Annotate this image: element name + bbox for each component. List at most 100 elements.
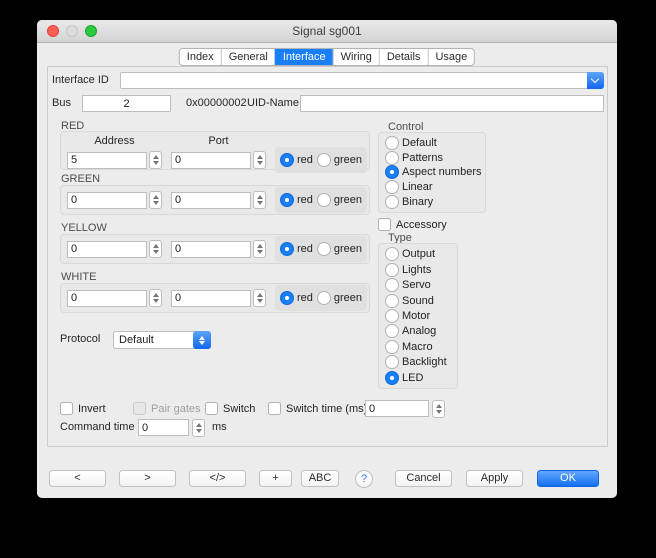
radio-off-icon [385, 151, 399, 165]
radio-off-icon [385, 340, 399, 354]
step-up-icon [257, 195, 263, 199]
next-button[interactable]: > [119, 470, 176, 487]
apply-button[interactable]: Apply [466, 470, 523, 487]
tab-index[interactable]: Index [180, 49, 221, 65]
red-address-stepper[interactable] [149, 151, 162, 169]
control-option-default[interactable]: Default [385, 136, 479, 150]
tab-usage[interactable]: Usage [427, 49, 474, 65]
switch-checkbox-item[interactable]: Switch [205, 400, 255, 417]
uid-name-label: UID-Name [247, 95, 299, 112]
switch-time-input[interactable] [365, 400, 429, 417]
type-option-lights[interactable]: Lights [385, 263, 451, 277]
type-option-macro[interactable]: Macro [385, 340, 451, 354]
chevron-down-icon [591, 75, 599, 83]
yellow-gate-green-option[interactable]: green [317, 242, 362, 256]
switch-time-checkbox-item[interactable]: Switch time (ms) [268, 400, 367, 417]
white-gate-red-option[interactable]: red [280, 291, 313, 305]
white-address-input[interactable] [67, 290, 147, 307]
control-option-binary[interactable]: Binary [385, 195, 479, 209]
control-option-linear[interactable]: Linear [385, 180, 479, 194]
interface-id-input[interactable] [120, 72, 604, 89]
type-option-output[interactable]: Output [385, 247, 451, 261]
switch-time-label: Switch time (ms) [286, 403, 367, 415]
yellow-port-input[interactable] [171, 241, 251, 258]
tab-bar: Index General Interface Wiring Details U… [179, 48, 475, 66]
type-option-backlight[interactable]: Backlight [385, 355, 451, 369]
control-option-aspect-numbers[interactable]: Aspect numbers [385, 165, 479, 179]
type-option-motor[interactable]: Motor [385, 309, 451, 323]
step-down-icon [436, 410, 442, 414]
green-gate-radio-group: red green [275, 187, 367, 213]
radio-off-icon [385, 195, 399, 209]
step-down-icon [153, 250, 159, 254]
checkbox-icon [268, 402, 281, 415]
yellow-gate-red-option[interactable]: red [280, 242, 313, 256]
command-time-stepper[interactable] [192, 419, 205, 437]
red-gate-green-option[interactable]: green [317, 153, 362, 167]
step-up-icon [153, 293, 159, 297]
step-up-icon [153, 195, 159, 199]
white-address-stepper[interactable] [149, 289, 162, 307]
add-button[interactable]: + [259, 470, 292, 487]
invert-checkbox-item[interactable]: Invert [60, 400, 106, 417]
section-caption-yellow: YELLOW [61, 222, 107, 234]
green-address-input[interactable] [67, 192, 147, 209]
bus-input[interactable] [82, 95, 171, 112]
help-button[interactable]: ? [355, 470, 373, 488]
red-address-input[interactable] [67, 152, 147, 169]
step-up-icon [257, 293, 263, 297]
minimize-button [66, 25, 78, 37]
aspect-box-green: red green [60, 185, 370, 215]
close-button[interactable] [47, 25, 59, 37]
green-port-stepper[interactable] [253, 191, 266, 209]
code-button[interactable]: </> [189, 470, 246, 487]
accessory-checkbox-item[interactable]: Accessory [378, 216, 447, 233]
green-address-stepper[interactable] [149, 191, 162, 209]
radio-on-icon [280, 291, 294, 305]
tab-wiring[interactable]: Wiring [333, 49, 379, 65]
yellow-address-input[interactable] [67, 241, 147, 258]
radio-on-icon [385, 165, 399, 179]
interface-id-label: Interface ID [52, 72, 109, 89]
zoom-button[interactable] [85, 25, 97, 37]
type-option-servo[interactable]: Servo [385, 278, 451, 292]
command-time-label: Command time [60, 419, 135, 436]
yellow-port-stepper[interactable] [253, 240, 266, 258]
command-time-input[interactable] [138, 419, 189, 436]
radio-off-icon [385, 309, 399, 323]
tab-interface[interactable]: Interface [275, 49, 333, 65]
white-port-input[interactable] [171, 290, 251, 307]
title-bar: Signal sg001 [37, 20, 617, 43]
green-gate-red-option[interactable]: red [280, 193, 313, 207]
red-port-input[interactable] [171, 152, 251, 169]
cancel-button[interactable]: Cancel [395, 470, 452, 487]
tab-general[interactable]: General [221, 49, 275, 65]
radio-on-icon [280, 153, 294, 167]
type-option-led[interactable]: LED [385, 371, 451, 385]
green-gate-green-option[interactable]: green [317, 193, 362, 207]
tab-details[interactable]: Details [379, 49, 428, 65]
protocol-value: Default [119, 332, 154, 348]
uid-name-input[interactable] [300, 95, 604, 112]
yellow-address-stepper[interactable] [149, 240, 162, 258]
yellow-gate-radio-group: red green [275, 236, 367, 262]
radio-off-icon [385, 180, 399, 194]
switch-time-stepper[interactable] [432, 400, 445, 418]
control-option-patterns[interactable]: Patterns [385, 151, 479, 165]
white-port-stepper[interactable] [253, 289, 266, 307]
type-option-sound[interactable]: Sound [385, 294, 451, 308]
abc-button[interactable]: ABC [301, 470, 339, 487]
command-time-unit: ms [212, 419, 227, 436]
red-gate-red-option[interactable]: red [280, 153, 313, 167]
type-option-analog[interactable]: Analog [385, 324, 451, 338]
window-title: Signal sg001 [37, 20, 617, 42]
ok-button[interactable]: OK [537, 470, 599, 487]
interface-id-dropdown-button[interactable] [587, 72, 604, 89]
checkbox-icon [60, 402, 73, 415]
protocol-popup[interactable]: Default [113, 331, 211, 349]
prev-button[interactable]: < [49, 470, 106, 487]
red-port-stepper[interactable] [253, 151, 266, 169]
control-radio-group: Default Patterns Aspect numbers Linear B… [378, 132, 486, 213]
green-port-input[interactable] [171, 192, 251, 209]
white-gate-green-option[interactable]: green [317, 291, 362, 305]
